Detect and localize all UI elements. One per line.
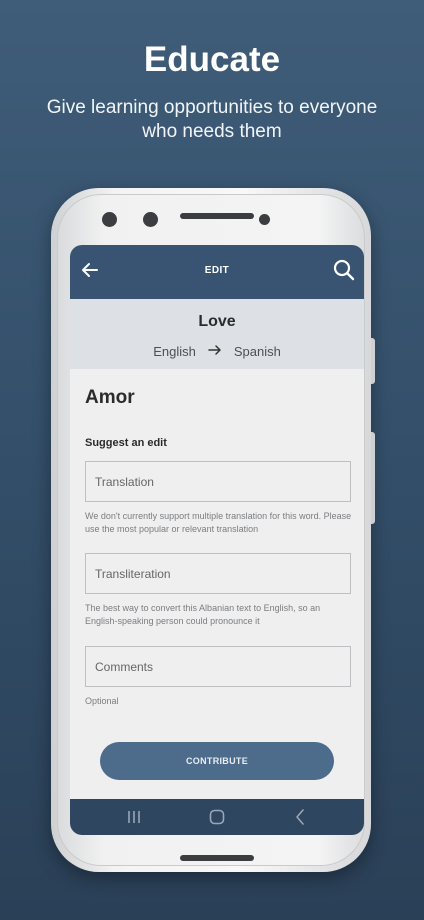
comments-help-text: Optional	[85, 696, 119, 706]
source-language: English	[153, 344, 196, 359]
back-chevron-icon[interactable]	[290, 807, 310, 827]
translation-help-text: We don't currently support multiple tran…	[85, 511, 352, 534]
contribute-button[interactable]: CONTRIBUTE	[100, 742, 334, 780]
search-icon[interactable]	[332, 258, 356, 282]
phone-frame: EDIT Love English Spanish Amor Suggest a…	[51, 188, 375, 872]
source-word: Love	[198, 313, 236, 330]
system-nav-bar	[70, 799, 364, 835]
front-camera-icon	[143, 212, 158, 227]
recent-apps-icon[interactable]	[124, 807, 144, 827]
app-screen: EDIT Love English Spanish Amor Suggest a…	[70, 245, 364, 835]
sensor-icon	[102, 212, 117, 227]
translated-word: Amor	[85, 387, 135, 408]
home-icon[interactable]	[207, 807, 227, 827]
transliteration-help-text: The best way to convert this Albanian te…	[85, 603, 321, 626]
promo-title: Educate	[143, 40, 281, 79]
edit-form: Amor Suggest an edit We don't currently …	[70, 369, 364, 799]
translation-input[interactable]	[85, 461, 351, 502]
phone-bezel: EDIT Love English Spanish Amor Suggest a…	[57, 194, 365, 866]
target-language: Spanish	[233, 344, 281, 359]
bottom-speaker	[180, 855, 254, 861]
comments-input[interactable]	[85, 646, 351, 687]
section-label: Suggest an edit	[85, 437, 167, 449]
proximity-sensor-icon	[259, 214, 270, 225]
volume-button	[371, 338, 375, 384]
language-pair: English Spanish	[70, 343, 364, 360]
word-panel: Love English Spanish	[70, 299, 364, 369]
page-title: EDIT	[204, 265, 230, 276]
promo-subtitle: Give learning opportunities to everyone …	[46, 97, 378, 142]
app-bar: EDIT	[70, 245, 364, 299]
transliteration-input[interactable]	[85, 553, 351, 594]
earpiece-speaker	[180, 213, 254, 219]
power-button	[371, 432, 375, 524]
arrow-right-icon	[208, 343, 222, 360]
